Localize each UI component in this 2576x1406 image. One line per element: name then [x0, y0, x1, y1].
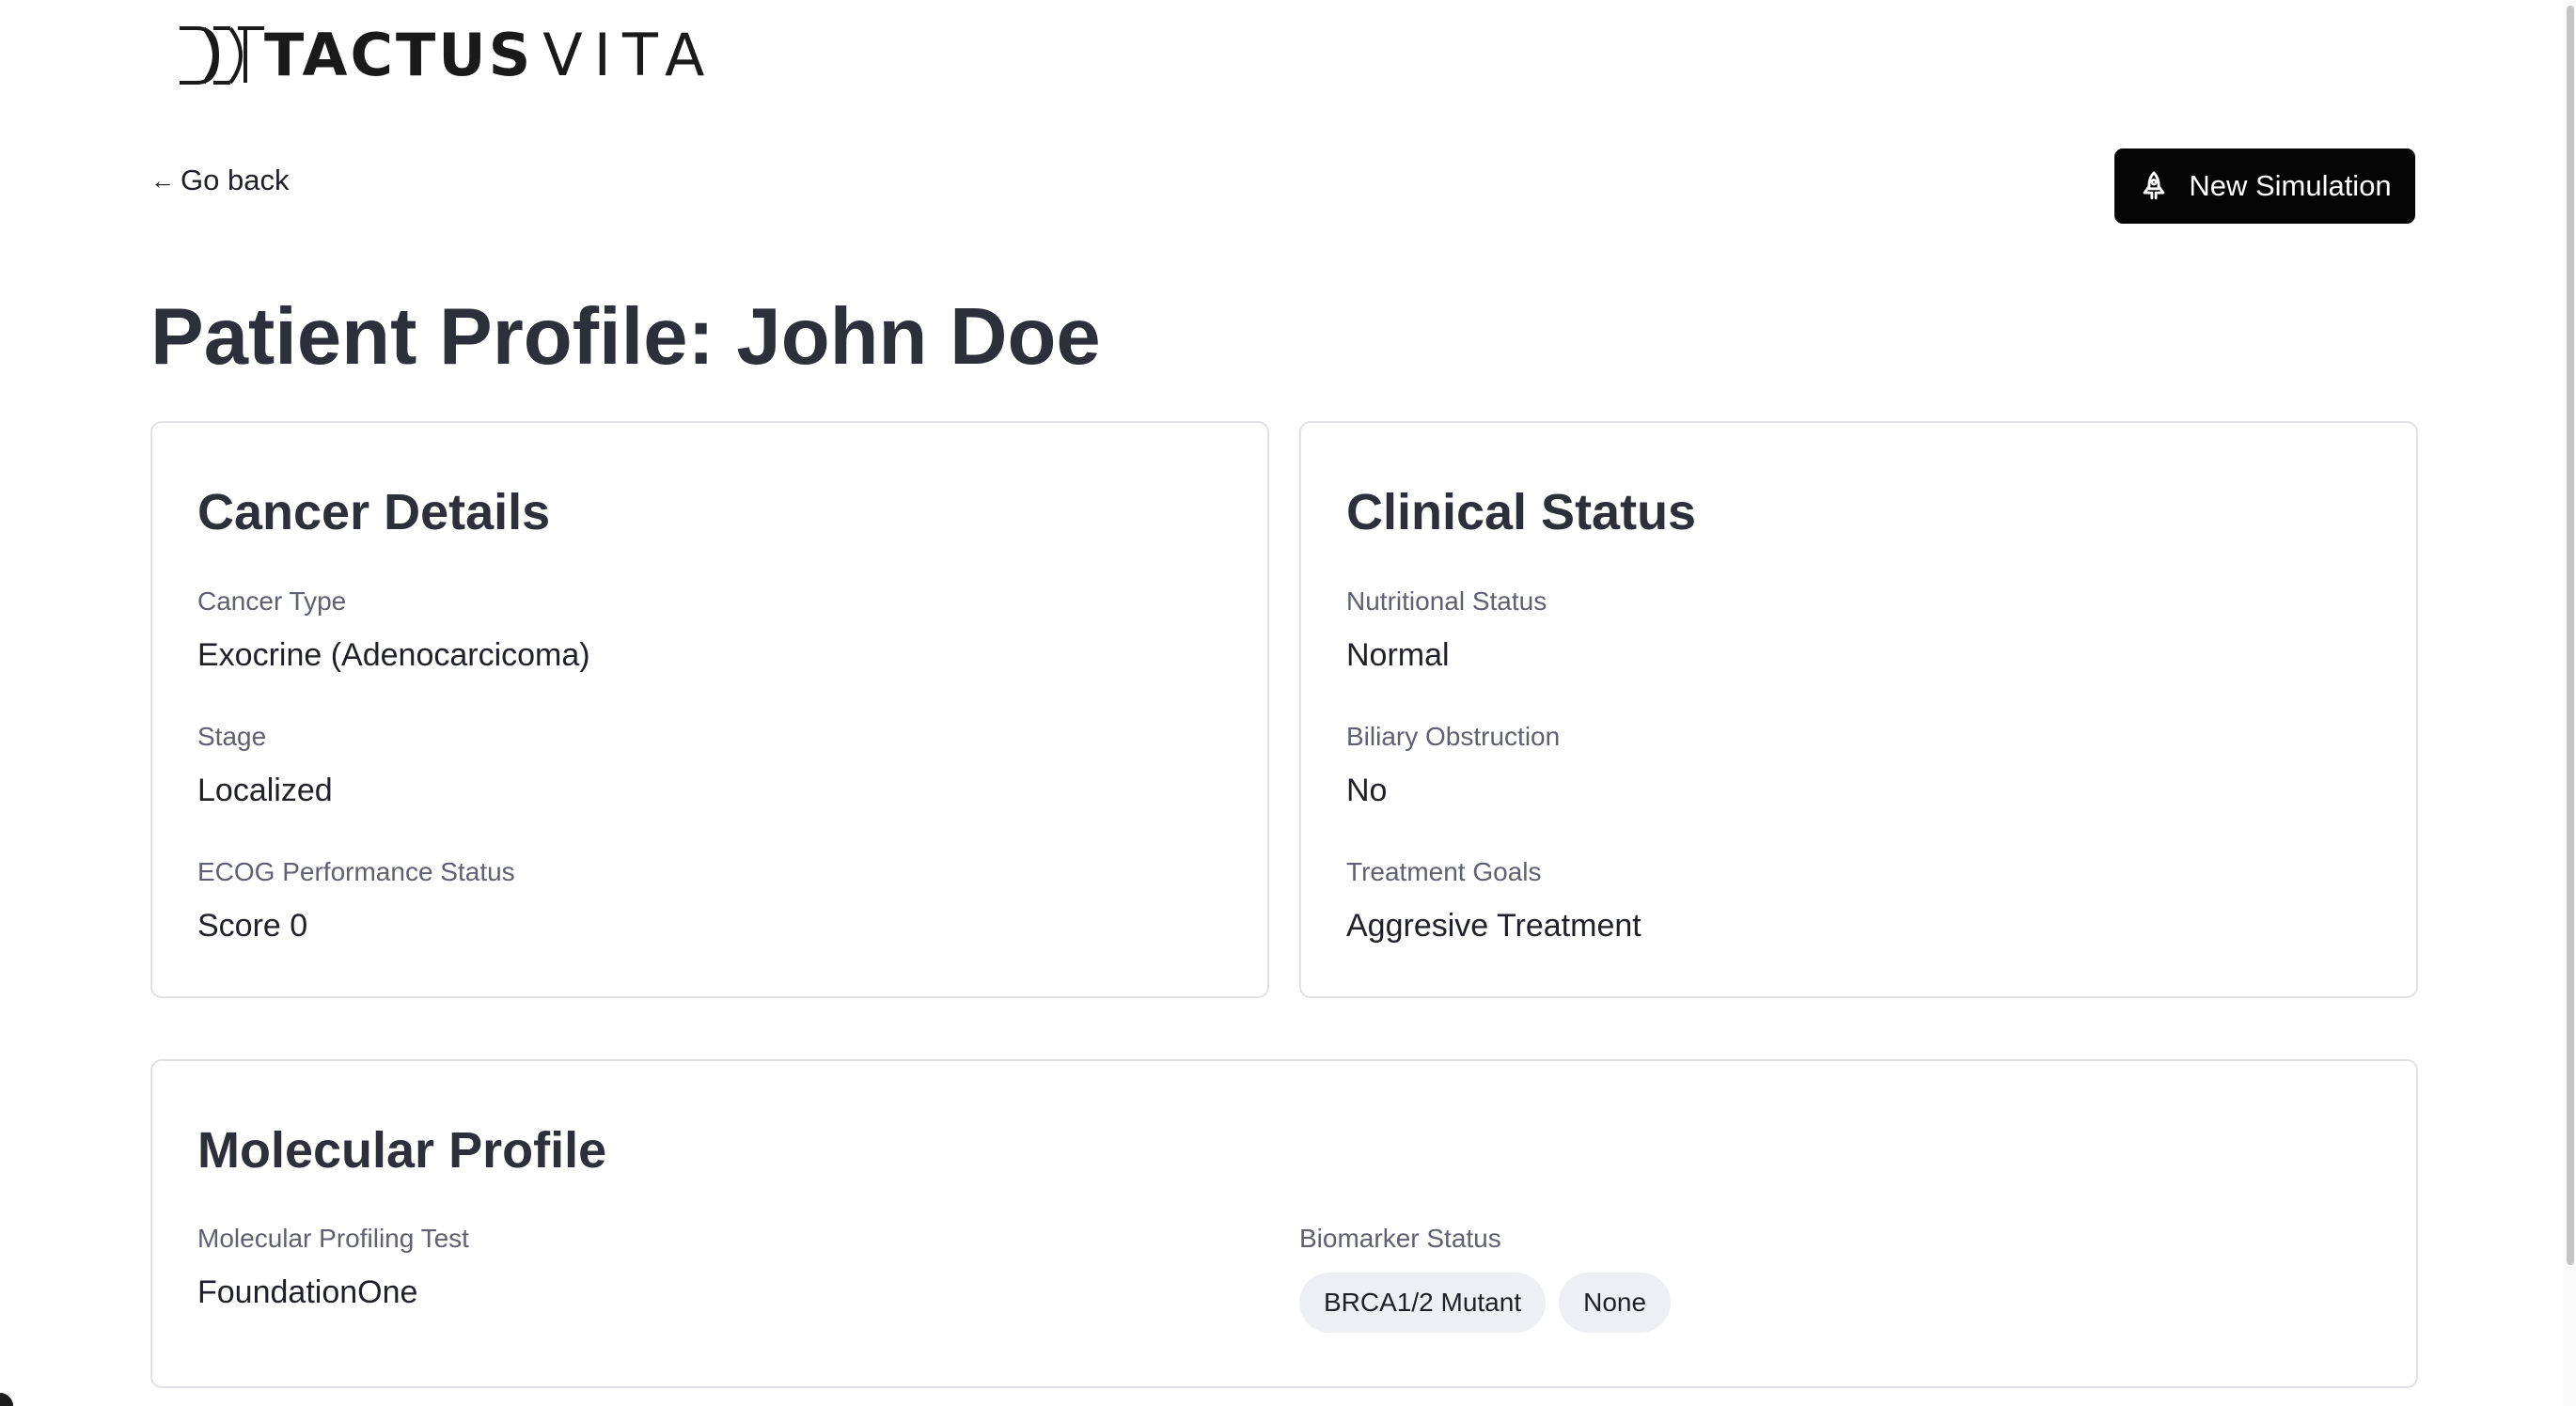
go-back-label: Go back — [181, 164, 290, 196]
field-label: Stage — [197, 722, 267, 751]
brand-name-bold: TACTUS — [264, 21, 534, 89]
page-title: Patient Profile: John Doe — [150, 292, 1101, 382]
field-label: Cancer Type — [197, 586, 347, 616]
field-value: Score 0 — [197, 908, 308, 944]
cancer-type-field: Cancer Type Exocrine (Adenocarcicoma) — [197, 586, 590, 673]
page: TACTUS VITA ← Go back New Simulation Pat… — [0, 0, 2576, 1406]
molecular-profile-card: Molecular Profile Molecular Profiling Te… — [150, 1059, 2418, 1388]
brand-logo[interactable]: TACTUS VITA — [176, 23, 715, 88]
field-value: Exocrine (Adenocarcicoma) — [197, 637, 590, 673]
scrollbar-thumb[interactable] — [2567, 6, 2574, 1265]
cancer-details-title: Cancer Details — [197, 484, 551, 540]
field-label: ECOG Performance Status — [197, 857, 515, 886]
arrow-left-icon: ← — [150, 165, 175, 195]
field-label: Biomarker Status — [1299, 1224, 1501, 1253]
field-label: Biliary Obstruction — [1346, 722, 1561, 751]
molecular-profile-title: Molecular Profile — [197, 1122, 607, 1179]
field-label: Nutritional Status — [1346, 586, 1547, 616]
biomarker-status-field: Biomarker Status BRCA1/2 Mutant None — [1299, 1224, 1672, 1333]
window-corner — [0, 1393, 13, 1406]
biomarker-badge: BRCA1/2 Mutant — [1299, 1273, 1547, 1333]
nutritional-status-field: Nutritional Status Normal — [1346, 586, 1547, 673]
new-simulation-button[interactable]: New Simulation — [2114, 148, 2415, 224]
vertical-scrollbar[interactable] — [2563, 0, 2576, 1406]
ecog-field: ECOG Performance Status Score 0 — [197, 857, 515, 944]
profiling-test-field: Molecular Profiling Test FoundationOne — [197, 1224, 469, 1310]
go-back-link[interactable]: ← Go back — [150, 165, 289, 195]
field-value: Normal — [1346, 637, 1450, 673]
biomarker-badge: None — [1559, 1273, 1672, 1333]
biliary-obstruction-field: Biliary Obstruction No — [1346, 722, 1561, 808]
field-value: FoundationOne — [197, 1274, 418, 1310]
field-value: Localized — [197, 773, 333, 808]
clinical-status-card: Clinical Status Nutritional Status Norma… — [1299, 421, 2418, 998]
new-simulation-label: New Simulation — [2189, 169, 2392, 202]
brand-mark-icon — [180, 26, 264, 85]
rocket-icon — [2143, 171, 2165, 200]
brand-name-light: VITA — [542, 21, 716, 89]
biomarker-badges: BRCA1/2 Mutant None — [1299, 1273, 1672, 1333]
cancer-details-card: Cancer Details Cancer Type Exocrine (Ade… — [150, 421, 1269, 998]
field-label: Molecular Profiling Test — [197, 1224, 469, 1253]
treatment-goals-field: Treatment Goals Aggresive Treatment — [1346, 857, 1641, 944]
field-label: Treatment Goals — [1346, 857, 1542, 886]
stage-field: Stage Localized — [197, 722, 333, 808]
field-value: Aggresive Treatment — [1346, 908, 1641, 944]
clinical-status-title: Clinical Status — [1346, 484, 1697, 540]
field-value: No — [1346, 773, 1388, 808]
